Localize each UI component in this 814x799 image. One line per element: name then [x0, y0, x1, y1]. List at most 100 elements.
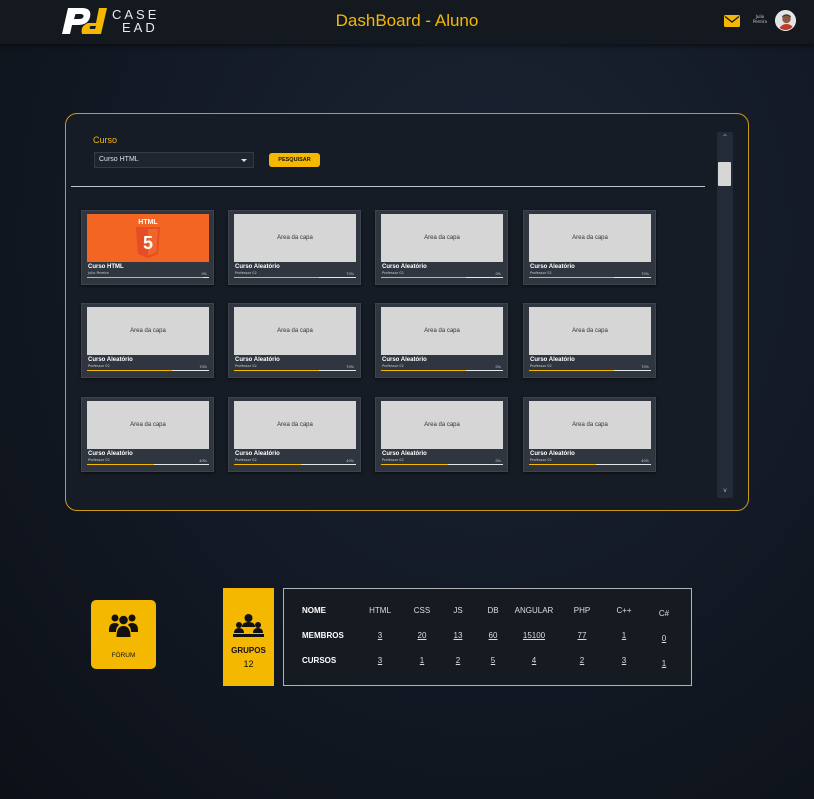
groups-count: 12 [243, 659, 254, 669]
course-card[interactable]: Area da capa Curso Aleatório Professor 02 0… [375, 303, 508, 378]
course-card-title: Curso Aleatório [235, 264, 280, 270]
course-panel: Curso Curso HTML PESQUISAR HTML 5 Curso HT… [65, 113, 749, 511]
user-name[interactable]: Julio Pereira [750, 14, 770, 24]
course-card-teacher: Professor 02 [530, 271, 552, 275]
course-card[interactable]: Area da capa Curso Aleatório Professor 02 0… [375, 397, 508, 472]
course-progress-bar [381, 370, 503, 371]
group-stats-table: NOME HTML CSS JS DB ANGULAR PHP C++ C# MEMBROS 3 20… [283, 588, 692, 686]
course-card[interactable]: HTML 5 Curso HTML Julio Pereira 0% [81, 210, 214, 285]
table-header-nome: NOME [302, 606, 326, 615]
avatar[interactable] [775, 10, 796, 31]
course-card[interactable]: Area da capa Curso Aleatório Professor 02 7… [523, 210, 656, 285]
course-card-title: Curso Aleatório [530, 357, 575, 363]
group-meeting-icon [233, 614, 264, 637]
search-button[interactable]: PESQUISAR [269, 153, 320, 167]
table-cell-link[interactable]: 3 [360, 656, 400, 665]
table-row-label: MEMBROS [302, 631, 344, 640]
course-card-cover: Area da capa [381, 307, 503, 355]
course-card-title: Curso Aleatório [235, 357, 280, 363]
course-label: Curso [93, 135, 118, 145]
course-card-percent: 0% [495, 365, 501, 369]
course-card-title: Curso Aleatório [530, 264, 575, 270]
course-progress-fill [381, 277, 467, 278]
course-card-percent: 0% [201, 272, 207, 276]
course-card-percent: 40% [199, 459, 207, 463]
course-progress-bar [87, 464, 209, 465]
scroll-up-arrow-icon[interactable]: ^ [717, 134, 733, 141]
course-card-teacher: Professor 02 [88, 458, 110, 462]
course-card-title: Curso Aleatório [530, 451, 575, 457]
course-card-teacher: Professor 02 [235, 458, 257, 462]
course-card[interactable]: Area da capa Curso Aleatório Professor 02 4… [228, 397, 361, 472]
table-header-cell: C++ [616, 606, 632, 615]
groups-button[interactable]: GRUPOS 12 [223, 588, 274, 686]
table-cell-link[interactable]: 2 [441, 656, 475, 665]
table-cell-link[interactable]: 4 [510, 656, 558, 665]
course-card[interactable]: Area da capa Curso Aleatório Professor 02 7… [523, 303, 656, 378]
table-cell-link[interactable]: 3 [360, 631, 400, 640]
course-progress-bar [234, 277, 356, 278]
table-header-cell: CSS [413, 606, 431, 615]
table-header-cell: DB [487, 606, 499, 615]
course-select[interactable]: Curso HTML [94, 152, 254, 168]
table-cell-link[interactable]: 2 [564, 656, 600, 665]
table-cell-link[interactable]: 20 [404, 631, 440, 640]
course-card-teacher: Professor 02 [88, 364, 110, 368]
course-progress-fill [234, 464, 302, 465]
table-cell-link[interactable]: 3 [606, 656, 642, 665]
course-card[interactable]: Area da capa Curso Aleatório Professor 02 4… [81, 397, 214, 472]
scrollbar[interactable]: ^ v [717, 132, 733, 498]
course-card-percent: 70% [641, 272, 649, 276]
course-card-cover: Area da capa [87, 401, 209, 449]
course-card-teacher: Professor 02 [235, 271, 257, 275]
user-last-name: Pereira [753, 19, 767, 24]
table-cell-link[interactable]: 15100 [510, 631, 558, 640]
course-card-percent: 70% [346, 365, 354, 369]
course-card-percent: 70% [641, 365, 649, 369]
course-progress-fill [529, 277, 615, 278]
forum-button[interactable]: FÓRUM [91, 600, 156, 669]
chevron-down-icon [241, 159, 247, 162]
course-card[interactable]: Area da capa Curso Aleatório Professor 02 4… [523, 397, 656, 472]
course-progress-bar [529, 277, 651, 278]
table-header-cell: JS [453, 606, 463, 615]
people-group-icon [109, 614, 138, 637]
course-card-cover: Area da capa [234, 214, 356, 262]
course-card-cover: Area da capa [381, 214, 503, 262]
table-cell-link[interactable]: 60 [476, 631, 510, 640]
course-progress-bar [529, 464, 651, 465]
course-card[interactable]: Area da capa Curso Aleatório Professor 02 7… [228, 303, 361, 378]
table-header-cell: C# [658, 609, 670, 618]
table-cell-link[interactable]: 13 [441, 631, 475, 640]
mail-icon[interactable] [724, 15, 740, 27]
course-progress-fill [234, 277, 320, 278]
course-card-percent: 70% [346, 272, 354, 276]
course-card-title: Curso Aleatório [88, 451, 133, 457]
table-cell-link[interactable]: 1 [404, 656, 440, 665]
scroll-down-arrow-icon[interactable]: v [717, 487, 733, 494]
table-cell-link[interactable]: 1 [646, 659, 682, 668]
course-progress-fill [87, 464, 155, 465]
course-card-cover: Area da capa [529, 214, 651, 262]
course-card[interactable]: Area da capa Curso Aleatório Professor 02 7… [81, 303, 214, 378]
course-card[interactable]: Area da capa Curso Aleatório Professor 02 0… [375, 210, 508, 285]
course-card-cover-text: HTML [138, 219, 158, 226]
table-cell-link[interactable]: 5 [476, 656, 510, 665]
table-cell-link[interactable]: 1 [606, 631, 642, 640]
course-progress-bar [87, 370, 209, 371]
table-cell-link[interactable]: 0 [646, 634, 682, 643]
course-card-cover: Area da capa [87, 307, 209, 355]
table-row-label: CURSOS [302, 656, 337, 665]
groups-label: GRUPOS [231, 646, 266, 655]
scroll-thumb[interactable] [718, 162, 731, 186]
svg-text:5: 5 [143, 233, 153, 253]
course-progress-bar [381, 277, 503, 278]
course-progress-fill [381, 370, 467, 371]
course-card-title: Curso Aleatório [88, 357, 133, 363]
course-progress-fill [529, 464, 597, 465]
course-progress-fill [381, 464, 449, 465]
course-card-percent: 40% [641, 459, 649, 463]
course-card-percent: 70% [199, 365, 207, 369]
course-card[interactable]: Area da capa Curso Aleatório Professor 02 7… [228, 210, 361, 285]
table-cell-link[interactable]: 77 [564, 631, 600, 640]
